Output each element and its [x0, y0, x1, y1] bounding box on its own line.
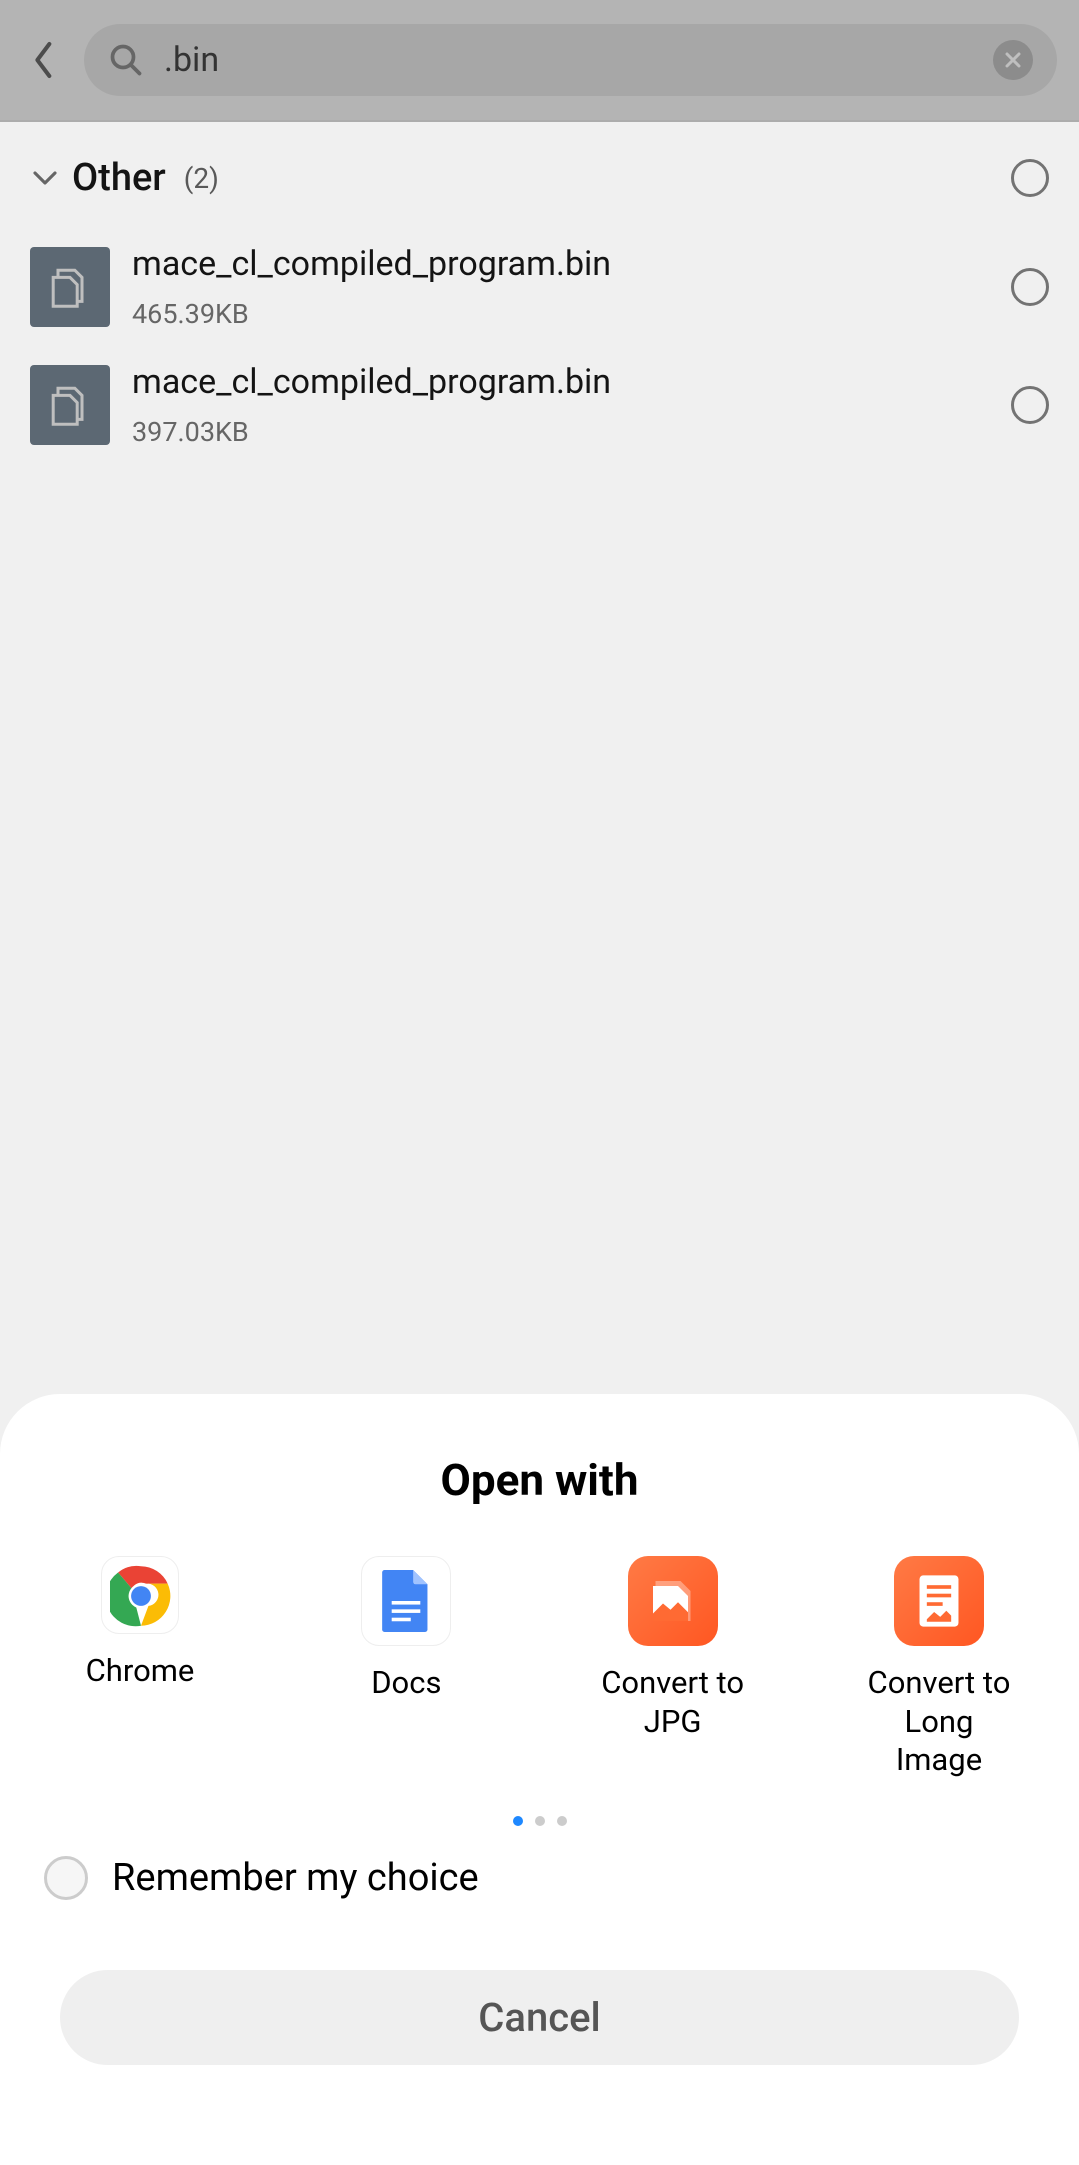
- cancel-label: Cancel: [478, 1994, 600, 2041]
- file-name: mace_cl_compiled_program.bin: [132, 362, 989, 402]
- remember-label: Remember my choice: [112, 1856, 479, 1900]
- file-item[interactable]: mace_cl_compiled_program.bin 397.03KB: [0, 346, 1079, 464]
- file-select-radio[interactable]: [1011, 268, 1049, 306]
- apps-row: Chrome Docs Co: [40, 1556, 1039, 1780]
- section-select-all[interactable]: [1011, 159, 1049, 197]
- search-icon: [108, 42, 144, 78]
- app-docs[interactable]: Docs: [326, 1556, 486, 1780]
- open-with-sheet: Open with Chrome: [0, 1394, 1079, 2165]
- app-label: Docs: [371, 1664, 441, 1703]
- app-label: Convert to JPG: [593, 1664, 753, 1742]
- pager-dot-active: [513, 1816, 523, 1826]
- section-count: (2): [184, 162, 219, 195]
- file-icon: [30, 247, 110, 327]
- file-select-radio[interactable]: [1011, 386, 1049, 424]
- app-chrome[interactable]: Chrome: [60, 1556, 220, 1780]
- convert-jpg-icon: [628, 1556, 718, 1646]
- app-convert-jpg[interactable]: Convert to JPG: [593, 1556, 753, 1780]
- file-info: mace_cl_compiled_program.bin 397.03KB: [132, 362, 989, 448]
- back-icon[interactable]: [22, 38, 66, 82]
- search-query[interactable]: .bin: [164, 40, 973, 80]
- app-convert-long-image[interactable]: Convert to Long Image: [859, 1556, 1019, 1780]
- pager-dot: [535, 1816, 545, 1826]
- app-label: Chrome: [86, 1652, 195, 1691]
- file-item[interactable]: mace_cl_compiled_program.bin 465.39KB: [0, 228, 1079, 346]
- section-title: Other: [72, 156, 166, 200]
- app-label: Convert to Long Image: [859, 1664, 1019, 1780]
- search-bar[interactable]: .bin: [84, 24, 1057, 96]
- cancel-button[interactable]: Cancel: [60, 1970, 1019, 2065]
- divider: [0, 120, 1079, 122]
- file-size: 465.39KB: [132, 298, 989, 330]
- clear-search-icon[interactable]: [993, 40, 1033, 80]
- section-header[interactable]: Other (2): [0, 122, 1079, 228]
- docs-icon: [361, 1556, 451, 1646]
- chevron-down-icon: [30, 163, 60, 193]
- header: .bin: [0, 0, 1079, 120]
- remember-radio[interactable]: [44, 1856, 88, 1900]
- file-info: mace_cl_compiled_program.bin 465.39KB: [132, 244, 989, 330]
- pager-dot: [557, 1816, 567, 1826]
- file-name: mace_cl_compiled_program.bin: [132, 244, 989, 284]
- file-icon: [30, 365, 110, 445]
- pager-dots: [40, 1816, 1039, 1826]
- convert-long-image-icon: [894, 1556, 984, 1646]
- chrome-icon: [101, 1556, 179, 1634]
- sheet-title: Open with: [40, 1454, 1039, 1506]
- remember-choice-row[interactable]: Remember my choice: [40, 1856, 1039, 1900]
- file-size: 397.03KB: [132, 416, 989, 448]
